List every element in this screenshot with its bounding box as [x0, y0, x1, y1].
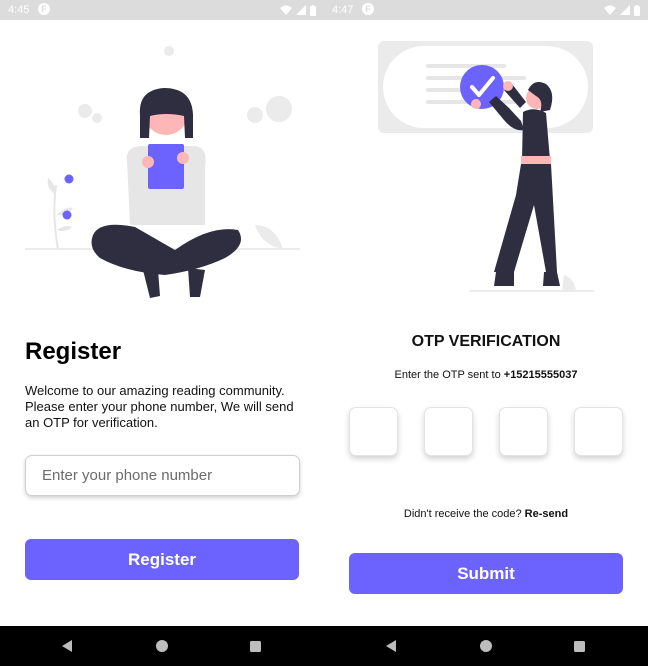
wifi-icon — [280, 5, 292, 15]
signal-icon — [620, 5, 630, 15]
phone-number-input[interactable] — [25, 455, 300, 496]
system-icons — [280, 3, 316, 17]
submit-button[interactable]: Submit — [349, 553, 623, 594]
home-icon[interactable] — [154, 638, 170, 654]
resend-link[interactable]: Re-send — [525, 508, 568, 520]
back-icon[interactable] — [384, 638, 400, 654]
otp-digit-4[interactable] — [574, 407, 623, 456]
otp-digit-3[interactable] — [499, 407, 548, 456]
resend-prompt: Didn't receive the code? Re-send — [324, 508, 648, 520]
resend-prompt-text: Didn't receive the code? — [403, 508, 525, 520]
otp-digit-2[interactable] — [424, 407, 473, 456]
page-title: Register — [25, 338, 122, 365]
phone-number-text: +15215555037 — [503, 369, 578, 381]
register-screen: 4:45 F Register Welcome to our amazing r… — [0, 0, 324, 666]
wifi-icon — [604, 5, 616, 15]
notification-badge-icon: F — [38, 3, 50, 15]
back-icon[interactable] — [60, 638, 76, 654]
reading-person-illustration — [25, 46, 300, 298]
otp-verification-screen: 4:47 F OTP VERIFICATION Enter the OTP se… — [324, 0, 648, 666]
status-bar: 4:47 F — [324, 0, 648, 20]
battery-icon — [634, 4, 640, 16]
register-button[interactable]: Register — [25, 539, 299, 580]
home-icon[interactable] — [478, 638, 494, 654]
navigation-bar — [324, 626, 648, 666]
verification-person-illustration — [378, 41, 594, 292]
system-icons — [604, 3, 640, 17]
recents-icon[interactable] — [247, 638, 263, 654]
notification-badge-icon: F — [362, 3, 374, 15]
otp-digit-1[interactable] — [349, 407, 398, 456]
page-title: OTP VERIFICATION — [411, 333, 561, 350]
status-time: 4:47 — [332, 4, 354, 16]
otp-instruction-text: Enter the OTP sent to — [394, 369, 504, 381]
status-bar: 4:45 F — [0, 0, 324, 20]
status-time: 4:45 — [8, 4, 30, 16]
navigation-bar — [0, 626, 324, 666]
otp-instruction: Enter the OTP sent to +15215555037 — [324, 369, 648, 381]
battery-icon — [310, 4, 316, 16]
welcome-description: Welcome to our amazing reading community… — [25, 383, 294, 430]
signal-icon — [296, 5, 306, 15]
recents-icon[interactable] — [571, 638, 587, 654]
